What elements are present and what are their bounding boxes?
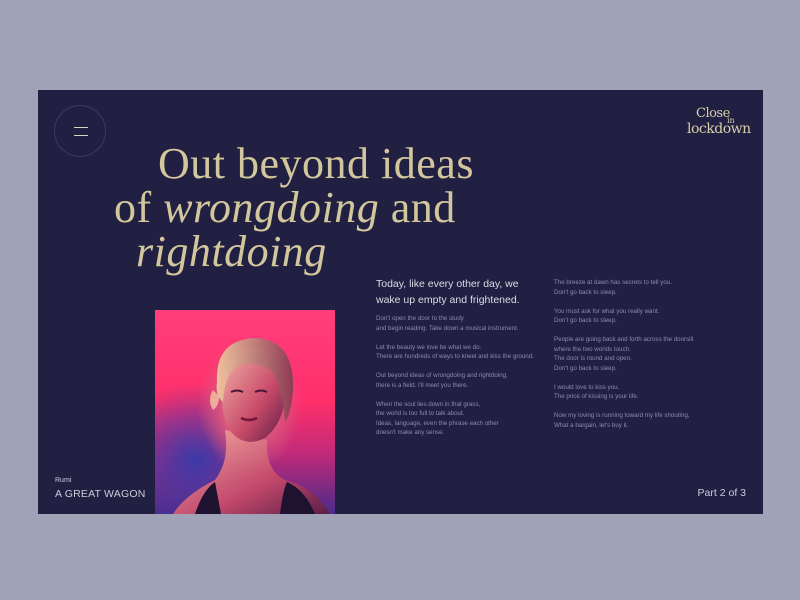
- poem-line: People are going back and forth across t…: [554, 336, 694, 343]
- headline-italic-wrongdoing: wrongdoing: [163, 183, 380, 232]
- poem-line: and begin reading. Take down a musical i…: [376, 324, 519, 332]
- poem-line: The price of kissing is your life.: [554, 393, 639, 400]
- portrait-illustration: [173, 338, 330, 514]
- poem-line: Don't go back to sleep.: [554, 317, 617, 324]
- author-block: Rumi A GREAT WAGON: [55, 476, 146, 501]
- poem-line: where the two worlds touch.: [554, 345, 631, 353]
- portrait-photo: [155, 310, 335, 514]
- poem-headline: Out beyond ideas of wrongdoing and right…: [114, 142, 594, 274]
- hamburger-icon-line: [74, 135, 88, 136]
- poem-line: There are hundreds of ways to kneel and …: [376, 353, 534, 360]
- menu-button[interactable]: [54, 105, 106, 157]
- hamburger-icon: [74, 127, 88, 128]
- logo-word-lockdown: lockdown: [687, 121, 751, 137]
- poem-line: The breeze at dawn has secrets to tell y…: [554, 279, 672, 286]
- poem-line: Ideas, language, even the phrase each ot…: [376, 419, 499, 427]
- poem-line: When the soul lies down in that grass,: [376, 400, 481, 408]
- headline-line-2: of wrongdoing and: [114, 183, 456, 232]
- poem-line: Now my loving is running toward my life …: [554, 412, 690, 419]
- headline-line-1: Out beyond ideas: [158, 139, 474, 188]
- poem-column-right: The breeze at dawn has secrets to tell y…: [554, 278, 734, 440]
- poem-line: doesn't make any sense.: [376, 429, 445, 436]
- poem-line: Don't go back to sleep.: [554, 364, 617, 372]
- poem-line: What a bargain, let's buy it.: [554, 421, 629, 429]
- poem-stanza: Don't open the door to the study and begi…: [376, 314, 546, 333]
- poem-stanza: You must ask for what you really want. Do…: [554, 307, 734, 326]
- headline-line-3: rightdoing: [114, 230, 594, 274]
- logo-word-close: Close: [696, 106, 730, 121]
- poem-stanza: People are going back and forth across t…: [554, 335, 734, 373]
- pagination-indicator: Part 2 of 3: [697, 487, 746, 499]
- author-name: Rumi: [55, 477, 72, 484]
- poem-line: The door is round and open.: [554, 355, 632, 362]
- intro-text: Today, like every other day, we wake up …: [376, 278, 520, 306]
- poem-line: Out beyond ideas of wrongdoing and right…: [376, 372, 508, 379]
- poem-title: A GREAT WAGON: [55, 488, 146, 500]
- poem-line: I would love to kiss you.: [554, 383, 620, 391]
- poem-stanza: Now my loving is running toward my life …: [554, 411, 734, 430]
- poem-stanza: Let the beauty we love be what we do. The…: [376, 343, 546, 362]
- poem-line: the world is too full to talk about.: [376, 410, 465, 417]
- headline-italic-rightdoing: rightdoing: [136, 227, 327, 276]
- poem-line: Don't go back to sleep.: [554, 288, 617, 296]
- poem-column-left: Don't open the door to the study and begi…: [376, 314, 546, 447]
- poem-line: Let the beauty we love be what we do.: [376, 343, 482, 351]
- site-logo[interactable]: Close in lockdown: [687, 106, 751, 140]
- poem-line: there is a field. I'll meet you there.: [376, 381, 469, 389]
- poem-stanza: Out beyond ideas of wrongdoing and right…: [376, 371, 546, 390]
- poem-line: You must ask for what you really want.: [554, 307, 660, 315]
- poem-stanza: When the soul lies down in that grass, th…: [376, 400, 546, 438]
- poem-stanza: I would love to kiss you. The price of ki…: [554, 383, 734, 402]
- main-panel: Close in lockdown Out beyond ideas of wr…: [38, 90, 763, 514]
- poem-stanza: The breeze at dawn has secrets to tell y…: [554, 278, 734, 297]
- poem-line: Don't open the door to the study: [376, 315, 464, 322]
